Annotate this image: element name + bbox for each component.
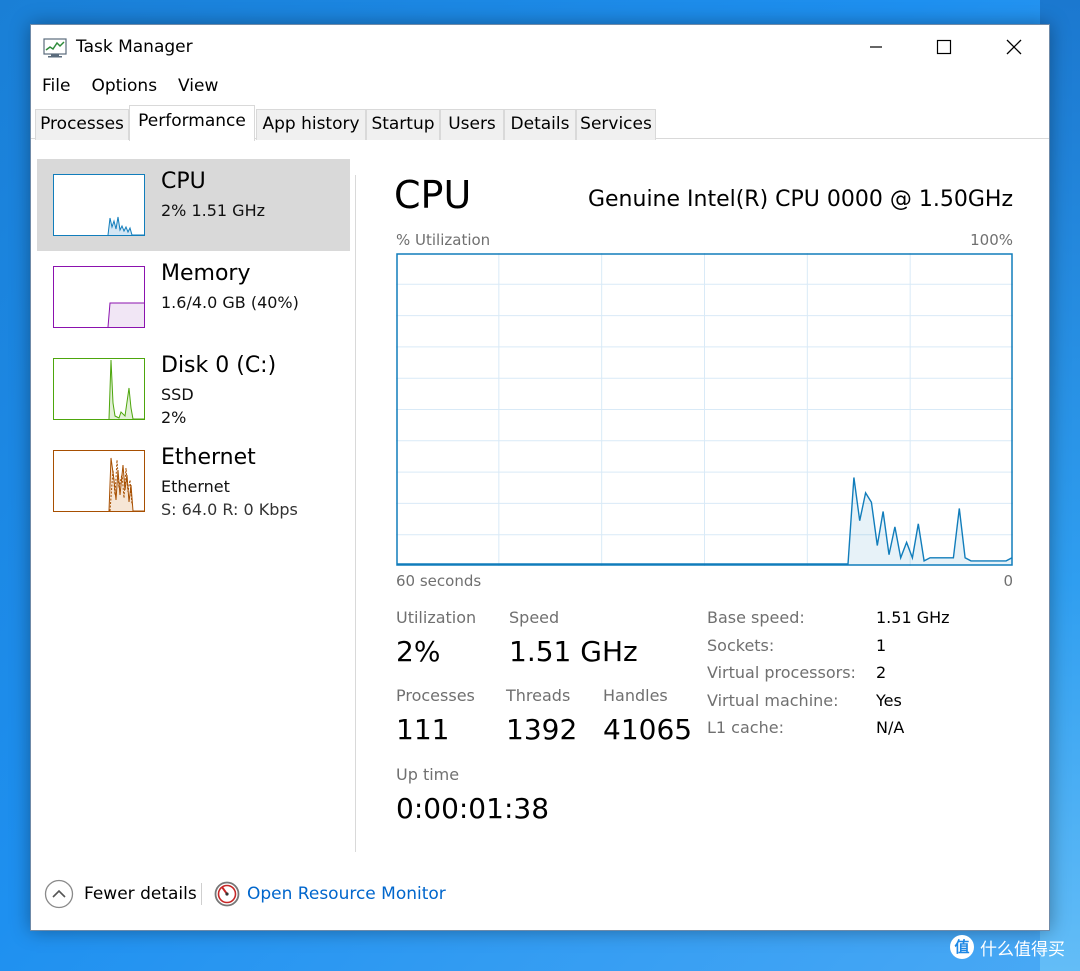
stat-value-uptime: 0:00:01:38: [396, 792, 550, 825]
cpu-mini-graph: [53, 174, 145, 236]
spec-value-base-speed: 1.51 GHz: [876, 608, 950, 627]
close-icon: [1006, 39, 1022, 55]
menu-bar: File Options View: [31, 73, 228, 101]
resource-detail-ethernet: S: 64.0 R: 0 Kbps: [161, 500, 298, 519]
tab-users[interactable]: Users: [440, 109, 504, 140]
watermark-text: 什么值得买: [980, 939, 1065, 960]
task-manager-window: Task Manager File Options View Processes…: [30, 24, 1050, 931]
window-title: Task Manager: [76, 37, 193, 57]
graph-x-left-label: 60 seconds: [396, 572, 482, 590]
graph-grid: [396, 253, 1013, 566]
spec-value-virtual-machine: Yes: [876, 691, 902, 710]
stat-value-processes: 111: [396, 713, 450, 746]
maximize-icon: [936, 39, 952, 55]
stat-label-handles: Handles: [603, 686, 668, 705]
chevron-up-circle-icon[interactable]: [44, 879, 74, 909]
minimize-icon: [870, 46, 882, 48]
resource-name-disk: Disk 0 (C:): [161, 353, 277, 378]
stat-value-utilization: 2%: [396, 635, 441, 668]
resource-detail-memory: 1.6/4.0 GB (40%): [161, 293, 299, 312]
resource-detail-disk: 2%: [161, 408, 187, 427]
tab-strip: Processes Performance App history Startu…: [31, 105, 1049, 141]
stat-value-threads: 1392: [506, 713, 578, 746]
spec-label-sockets: Sockets:: [707, 636, 775, 655]
stat-label-threads: Threads: [506, 686, 571, 705]
menu-view[interactable]: View: [167, 73, 228, 101]
fewer-details-button[interactable]: Fewer details: [84, 884, 197, 904]
resource-name-memory: Memory: [161, 261, 251, 286]
stat-label-utilization: Utilization: [396, 608, 477, 627]
stat-value-speed: 1.51 GHz: [509, 635, 638, 668]
resource-item-ethernet[interactable]: Ethernet Ethernet S: 64.0 R: 0 Kbps: [37, 435, 350, 527]
spec-value-sockets: 1: [876, 636, 887, 655]
footer-separator: [201, 883, 202, 905]
maximize-button[interactable]: [909, 25, 979, 69]
graph-y-max-label: 100%: [970, 231, 1013, 249]
tab-performance[interactable]: Performance: [129, 105, 255, 141]
resource-monitor-icon[interactable]: [214, 881, 240, 907]
minimize-button[interactable]: [841, 25, 911, 69]
spec-label-virtual-processors: Virtual processors:: [707, 663, 856, 682]
spec-label-base-speed: Base speed:: [707, 608, 805, 627]
cpu-model-name: Genuine Intel(R) CPU 0000 @ 1.50GHz: [587, 187, 1013, 212]
resource-item-cpu[interactable]: CPU 2% 1.51 GHz: [37, 159, 350, 251]
stat-label-speed: Speed: [509, 608, 560, 627]
stat-label-uptime: Up time: [396, 765, 460, 784]
resource-ethernet-adapter: Ethernet: [161, 477, 230, 496]
watermark-logo-glyph: 值: [954, 938, 970, 956]
open-resource-monitor-link[interactable]: Open Resource Monitor: [247, 884, 446, 904]
footer-bar: Fewer details Open Resource Monitor: [31, 871, 1049, 921]
task-manager-app-icon: [43, 38, 67, 58]
watermark: 值 什么值得买: [950, 933, 1065, 961]
stat-label-processes: Processes: [396, 686, 475, 705]
resource-item-disk[interactable]: Disk 0 (C:) SSD 2%: [37, 343, 350, 435]
resource-name-cpu: CPU: [161, 169, 206, 194]
resource-item-memory[interactable]: Memory 1.6/4.0 GB (40%): [37, 251, 350, 343]
resource-list: CPU 2% 1.51 GHz Memory 1.6/4.0 GB (40%) …: [31, 143, 357, 853]
memory-mini-graph: [53, 266, 145, 328]
graph-y-axis-label: % Utilization: [396, 231, 491, 249]
watermark-logo-icon: 值: [950, 935, 974, 959]
spec-value-virtual-processors: 2: [876, 663, 887, 682]
title-bar[interactable]: Task Manager: [31, 25, 1049, 71]
spec-label-virtual-machine: Virtual machine:: [707, 691, 839, 710]
tab-services[interactable]: Services: [576, 109, 656, 140]
tab-app-history[interactable]: App history: [256, 109, 366, 140]
graph-x-right-label: 0: [1003, 572, 1013, 590]
pane-divider[interactable]: [355, 175, 356, 852]
tab-processes[interactable]: Processes: [35, 109, 129, 140]
close-button[interactable]: [979, 25, 1049, 69]
menu-options[interactable]: Options: [80, 73, 167, 101]
ethernet-mini-graph: [53, 450, 145, 512]
cpu-utilization-graph: [396, 253, 1013, 566]
disk-mini-graph: [53, 358, 145, 420]
resource-disk-type: SSD: [161, 385, 194, 404]
spec-value-l1-cache: N/A: [876, 718, 905, 737]
resource-detail-cpu: 2% 1.51 GHz: [161, 201, 266, 220]
menu-file[interactable]: File: [31, 73, 80, 101]
stat-value-handles: 41065: [603, 713, 693, 746]
resource-name-ethernet: Ethernet: [161, 445, 256, 470]
tab-startup[interactable]: Startup: [366, 109, 440, 140]
tab-details[interactable]: Details: [504, 109, 576, 140]
detail-title: CPU: [394, 173, 472, 217]
spec-label-l1-cache: L1 cache:: [707, 718, 784, 737]
